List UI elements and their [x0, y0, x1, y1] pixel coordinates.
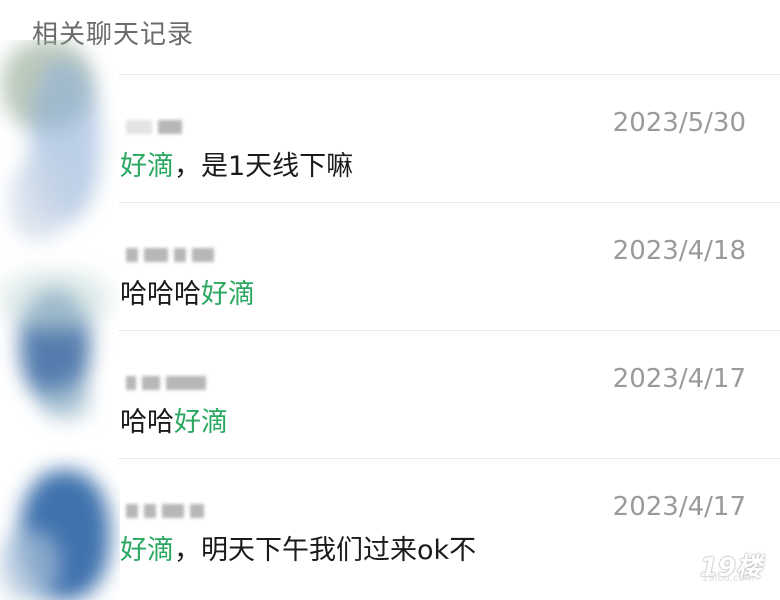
chat-result-row[interactable]: 2023/4/18 哈哈哈好滴	[118, 202, 780, 330]
site-watermark-logo: 19楼 19lou.com	[700, 547, 762, 584]
highlighted-keyword: 好滴	[120, 151, 174, 182]
highlighted-keyword: 好滴	[201, 279, 255, 310]
row-divider	[118, 74, 780, 75]
blurred-avatars	[0, 40, 120, 600]
highlighted-keyword: 好滴	[120, 535, 174, 566]
watermark-url: 19lou.com	[701, 573, 755, 584]
message-snippet: 好滴，是1天线下嘛	[120, 144, 353, 183]
redacted-contact-name	[126, 114, 182, 140]
message-date: 2023/5/30	[612, 108, 746, 138]
redacted-contact-name	[126, 498, 204, 524]
message-snippet: 哈哈好滴	[120, 400, 228, 439]
message-date: 2023/4/18	[612, 236, 746, 266]
message-text: 哈哈	[120, 407, 174, 438]
redacted-contact-name	[126, 242, 214, 268]
redacted-contact-name	[126, 370, 206, 396]
row-divider	[118, 202, 780, 203]
message-text: ，是1天线下嘛	[174, 151, 354, 182]
message-text: 哈哈哈	[120, 279, 201, 310]
row-divider	[118, 458, 780, 459]
highlighted-keyword: 好滴	[174, 407, 228, 438]
chat-result-row[interactable]: 2023/4/17 哈哈好滴	[118, 330, 780, 458]
row-divider	[118, 330, 780, 331]
message-text: ，明天下午我们过来ok不	[174, 535, 477, 566]
message-date: 2023/4/17	[612, 492, 746, 522]
message-snippet: 哈哈哈好滴	[120, 272, 255, 311]
chat-result-row[interactable]: 2023/5/30 好滴，是1天线下嘛	[118, 74, 780, 202]
message-date: 2023/4/17	[612, 364, 746, 394]
chat-result-row[interactable]: 2023/4/17 好滴，明天下午我们过来ok不	[118, 458, 780, 586]
message-snippet: 好滴，明天下午我们过来ok不	[120, 528, 476, 567]
